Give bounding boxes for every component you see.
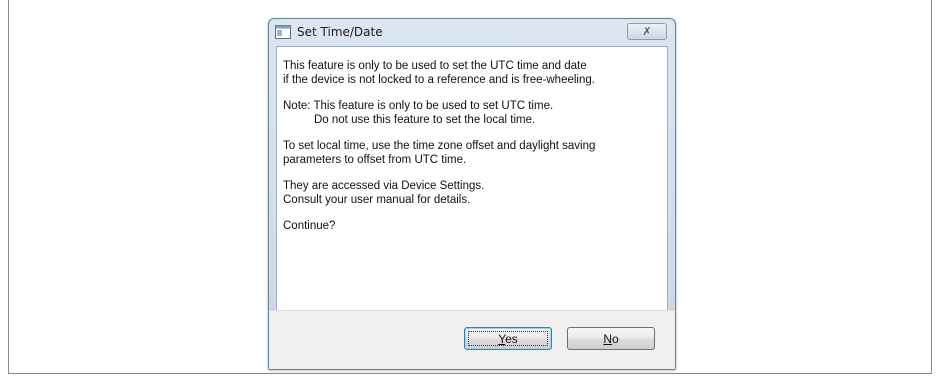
message-paragraph-2: Note: This feature is only to be used to…	[283, 100, 653, 127]
no-mnemonic: N	[603, 331, 612, 346]
button-bar: Yes No	[269, 310, 675, 369]
yes-button[interactable]: Yes	[464, 327, 552, 350]
dialog-message: This feature is only to be used to set t…	[283, 60, 653, 247]
message-line: Note: This feature is only to be used to…	[283, 100, 554, 112]
message-paragraph-4: They are accessed via Device Settings. C…	[283, 180, 653, 207]
message-line: Do not use this feature to set the local…	[314, 113, 536, 126]
message-line: if the device is not locked to a referen…	[283, 73, 595, 86]
message-line: They are accessed via Device Settings.	[283, 180, 485, 192]
close-button[interactable]: ✗	[627, 23, 667, 40]
set-time-date-dialog: Set Time/Date ✗ This feature is only to …	[268, 18, 676, 370]
message-paragraph-5: Continue?	[283, 220, 653, 234]
no-button[interactable]: No	[567, 327, 655, 350]
focus-rectangle	[468, 331, 548, 346]
message-line: To set local time, use the time zone off…	[283, 140, 596, 152]
no-button-label: No	[603, 332, 618, 346]
title-bar[interactable]: Set Time/Date ✗	[269, 19, 675, 45]
dialog-title: Set Time/Date	[297, 25, 383, 39]
no-label-rest: o	[611, 331, 619, 346]
message-paragraph-1: This feature is only to be used to set t…	[283, 60, 653, 87]
app-window-icon	[275, 25, 291, 39]
message-line: Consult your user manual for details.	[283, 193, 471, 206]
message-paragraph-3: To set local time, use the time zone off…	[283, 140, 653, 167]
message-line: This feature is only to be used to set t…	[283, 60, 587, 72]
close-icon: ✗	[642, 25, 652, 38]
message-line: parameters to offset from UTC time.	[283, 153, 467, 166]
continue-prompt: Continue?	[283, 220, 336, 232]
